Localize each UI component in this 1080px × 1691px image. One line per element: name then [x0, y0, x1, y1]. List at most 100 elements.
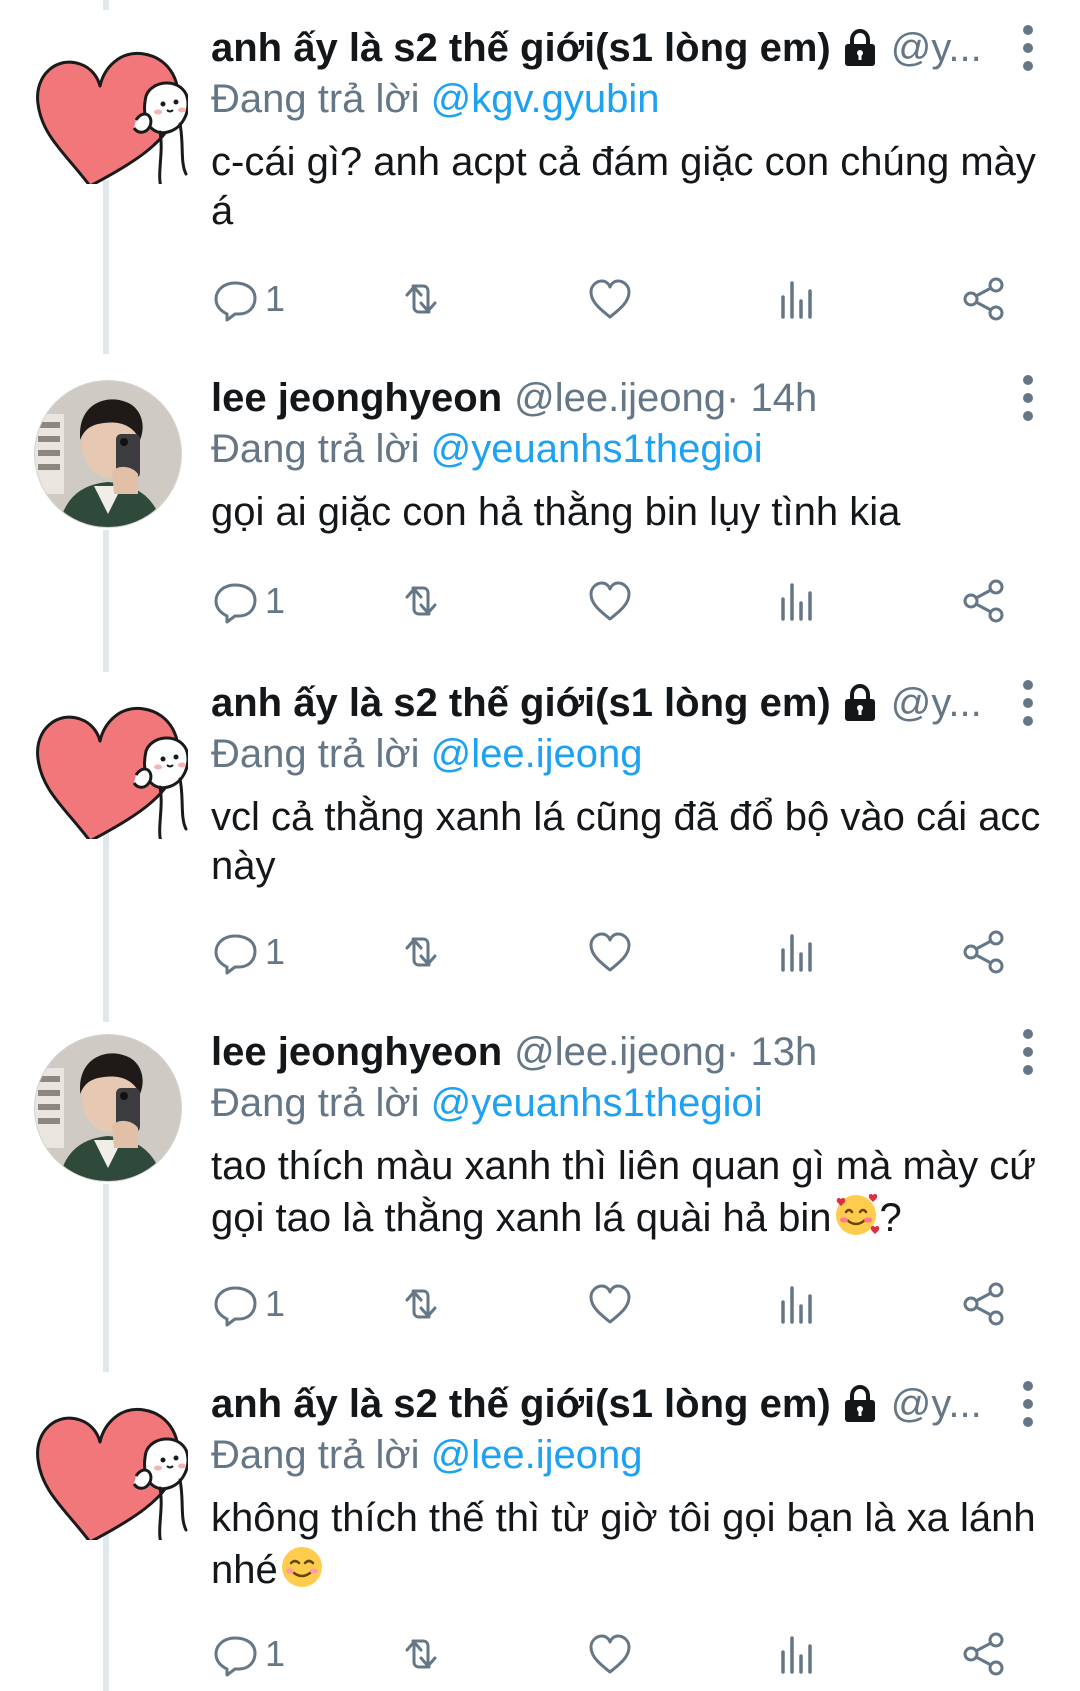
retweet-icon [405, 1639, 437, 1669]
like-button[interactable] [586, 575, 634, 627]
reply-icon [214, 934, 257, 975]
reply-button[interactable]: 1 [211, 273, 285, 325]
analytics-button[interactable] [773, 575, 821, 627]
thread-line [103, 832, 109, 1022]
lock-icon [842, 29, 877, 67]
mention-link[interactable]: @yeuanhs1thegioi [431, 427, 763, 471]
timestamp[interactable]: · 13h [726, 1026, 817, 1078]
more-options-icon[interactable] [1006, 1380, 1050, 1428]
replying-to: Đang trả lời @yeuanhs1thegioi [211, 1078, 1050, 1128]
reply-button[interactable]: 1 [211, 1628, 285, 1680]
share-button[interactable] [960, 1278, 1008, 1330]
retweet-button[interactable] [397, 1628, 445, 1680]
tweet-actions: 1 [211, 273, 1011, 325]
reply-count: 1 [265, 931, 286, 972]
display-name[interactable]: lee jeonghyeon [211, 372, 502, 424]
share-button[interactable] [960, 273, 1008, 325]
share-button[interactable] [960, 1628, 1008, 1680]
thread-line [103, 1532, 109, 1691]
tweet-text: không thích thế thì từ giờ tôi gọi bạn l… [211, 1494, 1050, 1595]
display-name[interactable]: anh ấy là s2 thế giới(s1 lòng em) [211, 677, 831, 729]
tweet-header: anh ấy là s2 thế giới(s1 lòng em) @y... [211, 1378, 1050, 1430]
heart-icon [589, 279, 631, 319]
avatar[interactable] [28, 1028, 188, 1188]
avatar[interactable] [28, 1380, 188, 1540]
replying-label: Đang trả lời [211, 427, 420, 471]
reply-count: 1 [265, 1283, 286, 1324]
analytics-icon [781, 583, 812, 621]
tweet-actions: 1 [211, 1278, 1011, 1330]
tweet-header: lee jeonghyeon @lee.ijeong · 14h [211, 372, 1050, 424]
handle[interactable]: @lee.ijeong [514, 372, 726, 424]
tweet-header: anh ấy là s2 thế giới(s1 lòng em) @y... [211, 677, 1050, 729]
share-icon [963, 1632, 1004, 1676]
reply-button[interactable]: 1 [211, 575, 285, 627]
avatar[interactable] [28, 24, 188, 184]
mention-link[interactable]: @yeuanhs1thegioi [431, 1081, 763, 1125]
share-icon [963, 930, 1004, 974]
retweet-button[interactable] [397, 926, 445, 978]
retweet-button[interactable] [397, 1278, 445, 1330]
like-button[interactable] [586, 926, 634, 978]
reply-button[interactable]: 1 [211, 1278, 285, 1330]
display-name[interactable]: anh ấy là s2 thế giới(s1 lòng em) [211, 22, 831, 74]
reply-count: 1 [265, 580, 286, 621]
analytics-icon [781, 1286, 812, 1324]
share-button[interactable] [960, 575, 1008, 627]
replying-label: Đang trả lời [211, 1081, 420, 1125]
like-button[interactable] [586, 1278, 634, 1330]
handle[interactable]: @y... [891, 1378, 982, 1430]
tweet-header: anh ấy là s2 thế giới(s1 lòng em) @y... [211, 22, 1050, 74]
reply-button[interactable]: 1 [211, 926, 285, 978]
thread-line [103, 1184, 109, 1372]
handle[interactable]: @lee.ijeong [514, 1026, 726, 1078]
replying-to: Đang trả lời @lee.ijeong [211, 729, 1050, 779]
replying-to: Đang trả lời @yeuanhs1thegioi [211, 424, 1050, 474]
avatar[interactable] [28, 374, 188, 534]
thread-line [103, 530, 109, 672]
retweet-button[interactable] [397, 575, 445, 627]
share-button[interactable] [960, 926, 1008, 978]
handle[interactable]: @y... [891, 677, 982, 729]
reply-count: 1 [265, 278, 286, 319]
tweet-text-body: tao thích màu xanh thì liên quan gì mà m… [211, 1144, 1036, 1240]
reply-count: 1 [265, 1633, 286, 1674]
mention-link[interactable]: @lee.ijeong [431, 1433, 643, 1477]
replying-to: Đang trả lời @lee.ijeong [211, 1430, 1050, 1480]
reply-icon [214, 281, 257, 322]
more-options-icon[interactable] [1006, 374, 1050, 422]
avatar[interactable] [28, 679, 188, 839]
tweet-text-body: không thích thế thì từ giờ tôi gọi bạn l… [211, 1496, 1036, 1592]
analytics-button[interactable] [773, 273, 821, 325]
retweet-button[interactable] [397, 273, 445, 325]
more-options-icon[interactable] [1006, 679, 1050, 727]
tweet-text: tao thích màu xanh thì liên quan gì mà m… [211, 1142, 1050, 1243]
mention-link[interactable]: @kgv.gyubin [431, 77, 660, 121]
replying-label: Đang trả lời [211, 732, 420, 776]
analytics-icon [781, 281, 812, 319]
heart-icon [589, 1284, 631, 1324]
like-button[interactable] [586, 273, 634, 325]
like-button[interactable] [586, 1628, 634, 1680]
timestamp[interactable]: · 14h [726, 372, 817, 424]
tweet-text: c-cái gì? anh acpt cả đám giặc con chúng… [211, 140, 1036, 233]
retweet-icon [405, 1289, 437, 1319]
display-name[interactable]: anh ấy là s2 thế giới(s1 lòng em) [211, 1378, 831, 1430]
heart-avatar-image [36, 706, 188, 839]
share-icon [963, 1282, 1004, 1326]
more-options-icon[interactable] [1006, 24, 1050, 72]
reply-icon [214, 583, 257, 624]
display-name[interactable]: lee jeonghyeon [211, 1026, 502, 1078]
analytics-icon [781, 934, 812, 972]
analytics-button[interactable] [773, 1278, 821, 1330]
mention-link[interactable]: @lee.ijeong [431, 732, 643, 776]
analytics-button[interactable] [773, 1628, 821, 1680]
handle[interactable]: @y... [891, 22, 982, 74]
analytics-button[interactable] [773, 926, 821, 978]
profile-photo [28, 1028, 188, 1188]
more-options-icon[interactable] [1006, 1028, 1050, 1076]
heart-icon [589, 932, 631, 972]
lock-icon [842, 1385, 877, 1423]
share-icon [963, 277, 1004, 321]
tweet-header: lee jeonghyeon @lee.ijeong · 13h [211, 1026, 1050, 1078]
